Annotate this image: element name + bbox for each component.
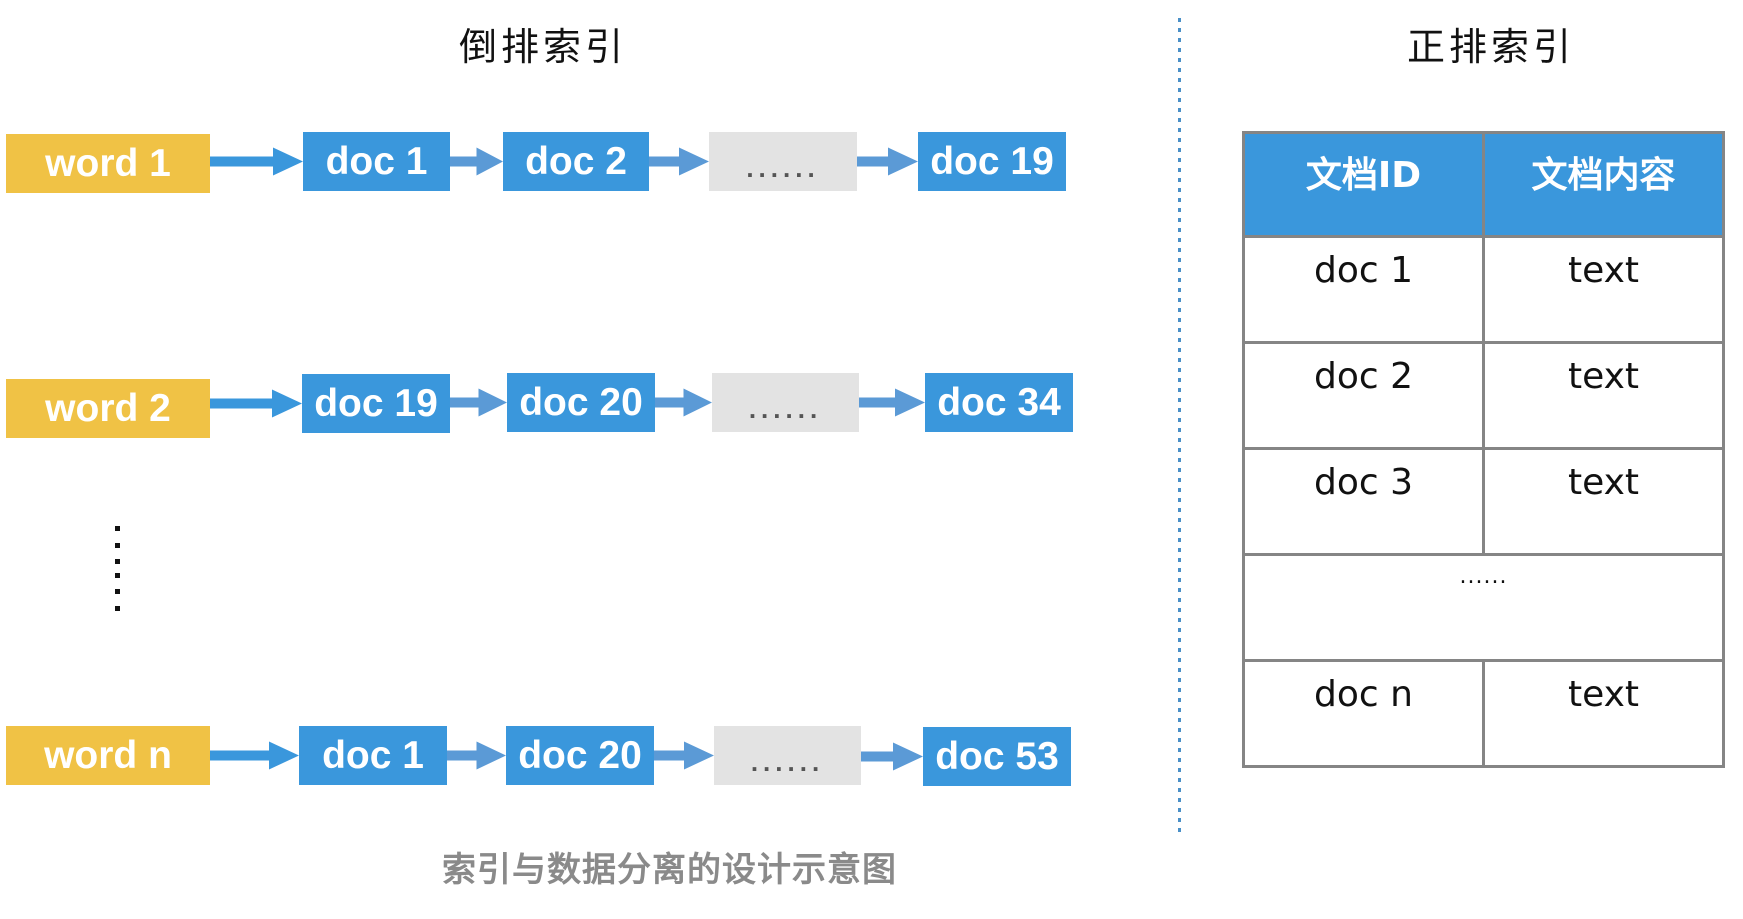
doc-content-cell: text [1482, 447, 1725, 556]
table-header-row: 文档ID 文档内容 [1242, 131, 1725, 238]
doc-id-cell: doc 2 [1242, 341, 1485, 450]
arrow-icon [861, 742, 923, 771]
doc-content-cell: text [1482, 235, 1725, 344]
arrow-icon [655, 388, 712, 417]
arrow-icon [210, 389, 302, 418]
arrow-icon [210, 147, 303, 176]
doc-content-cell: text [1482, 659, 1725, 768]
figure-caption: 索引与数据分离的设计示意图 [442, 850, 897, 890]
forward-index-table: 文档ID 文档内容 doc 1 text doc 2 text doc 3 te… [1242, 131, 1725, 768]
doc-id-cell: doc 3 [1242, 447, 1485, 556]
section-divider [1178, 18, 1181, 838]
doc-id-cell: doc 1 [1242, 235, 1485, 344]
arrow-icon [857, 147, 918, 176]
forward-index-title: 正排索引 [1407, 25, 1576, 69]
dot [115, 589, 120, 594]
arrow-icon [859, 388, 925, 417]
arrow-icon [210, 741, 299, 770]
table-row: doc 3 text [1242, 447, 1725, 556]
doc-id-cell: doc n [1242, 659, 1485, 768]
dot [115, 543, 120, 548]
arrow-icon [649, 147, 709, 176]
dot [115, 526, 120, 531]
arrow-icon [654, 741, 714, 770]
column-header-doc-content: 文档内容 [1482, 131, 1725, 238]
table-row: doc 2 text [1242, 341, 1725, 450]
doc-content-cell: text [1482, 341, 1725, 450]
column-header-doc-id: 文档ID [1242, 131, 1485, 238]
dot [115, 559, 120, 564]
table-row: doc 1 text [1242, 235, 1725, 344]
arrow-icon [447, 741, 506, 770]
table-row: doc n text [1242, 659, 1725, 768]
dot [115, 573, 120, 578]
ellipsis-cell: ...... [1242, 553, 1725, 662]
arrow-icon [450, 147, 503, 176]
table-row-ellipsis: ...... [1242, 553, 1725, 662]
arrow-icon [450, 388, 507, 417]
dot [115, 606, 120, 611]
